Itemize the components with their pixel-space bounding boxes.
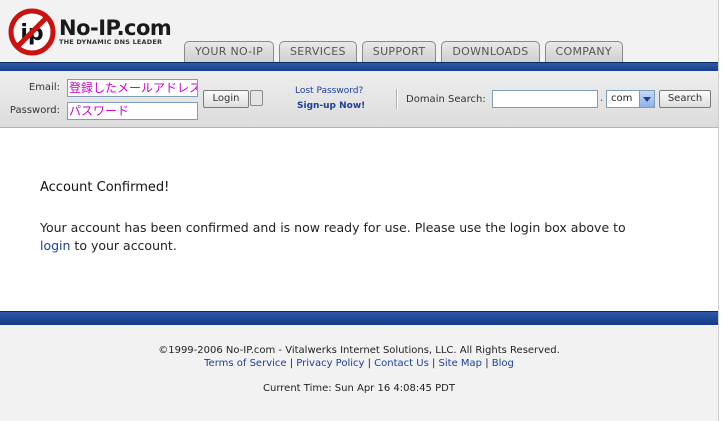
signup-link[interactable]: Sign-up Now! bbox=[297, 101, 365, 111]
page-title: Account Confirmed! bbox=[40, 180, 170, 195]
login-bar-divider bbox=[396, 89, 398, 109]
password-field[interactable]: パスワード bbox=[67, 102, 198, 120]
email-field[interactable]: 登録したメールアドレス bbox=[67, 79, 198, 97]
login-link[interactable]: login bbox=[40, 238, 70, 253]
domain-dot: . bbox=[600, 93, 604, 104]
password-label: Password: bbox=[9, 105, 60, 116]
tld-select[interactable]: com bbox=[606, 90, 655, 108]
current-time: Current Time: Sun Apr 16 4:08:45 PDT bbox=[263, 383, 455, 394]
footer-sep: | bbox=[428, 358, 439, 369]
footer-links: Terms of Service | Privacy Policy | Cont… bbox=[0, 358, 718, 369]
brand-tagline: THE DYNAMIC DNS LEADER bbox=[59, 38, 163, 46]
tld-select-value: com bbox=[611, 93, 633, 104]
email-label: Email: bbox=[28, 82, 60, 93]
no-ip-logo[interactable]: ip bbox=[8, 8, 56, 56]
footer-sep: | bbox=[286, 358, 297, 369]
blog-link[interactable]: Blog bbox=[492, 358, 514, 369]
site-header: ip No-IP.com THE DYNAMIC DNS LEADER YOUR… bbox=[0, 0, 718, 62]
contact-link[interactable]: Contact Us bbox=[374, 358, 429, 369]
brand-name[interactable]: No-IP.com bbox=[59, 16, 172, 40]
tab-your-no-ip[interactable]: YOUR NO-IP bbox=[184, 41, 275, 62]
domain-search-input[interactable] bbox=[492, 90, 598, 108]
privacy-link[interactable]: Privacy Policy bbox=[296, 358, 364, 369]
confirmation-message: Your account has been confirmed and is n… bbox=[40, 219, 660, 255]
page-edge bbox=[718, 0, 724, 421]
lock-icon bbox=[250, 90, 263, 106]
footer-sep: | bbox=[482, 358, 492, 369]
footer bbox=[0, 325, 718, 421]
sitemap-link[interactable]: Site Map bbox=[439, 358, 482, 369]
dropdown-arrow-icon[interactable] bbox=[639, 91, 654, 107]
lost-password-link[interactable]: Lost Password? bbox=[295, 86, 363, 96]
footer-sep: | bbox=[364, 358, 375, 369]
search-button[interactable]: Search bbox=[659, 90, 711, 108]
footer-stripe bbox=[0, 311, 718, 325]
domain-search-label: Domain Search: bbox=[406, 94, 486, 105]
login-button[interactable]: Login bbox=[203, 90, 249, 108]
message-text-after: to your account. bbox=[70, 238, 177, 253]
tab-support[interactable]: SUPPORT bbox=[361, 41, 437, 62]
tab-downloads[interactable]: DOWNLOADS bbox=[441, 41, 540, 62]
main-nav-tabs: YOUR NO-IP SERVICES SUPPORT DOWNLOADS CO… bbox=[184, 41, 623, 62]
terms-link[interactable]: Terms of Service bbox=[204, 358, 286, 369]
tab-services[interactable]: SERVICES bbox=[279, 41, 357, 62]
message-text-before: Your account has been confirmed and is n… bbox=[40, 220, 626, 235]
tab-company[interactable]: COMPANY bbox=[544, 41, 623, 62]
copyright-text: ©1999-2006 No-IP.com - Vitalwerks Intern… bbox=[158, 345, 560, 356]
